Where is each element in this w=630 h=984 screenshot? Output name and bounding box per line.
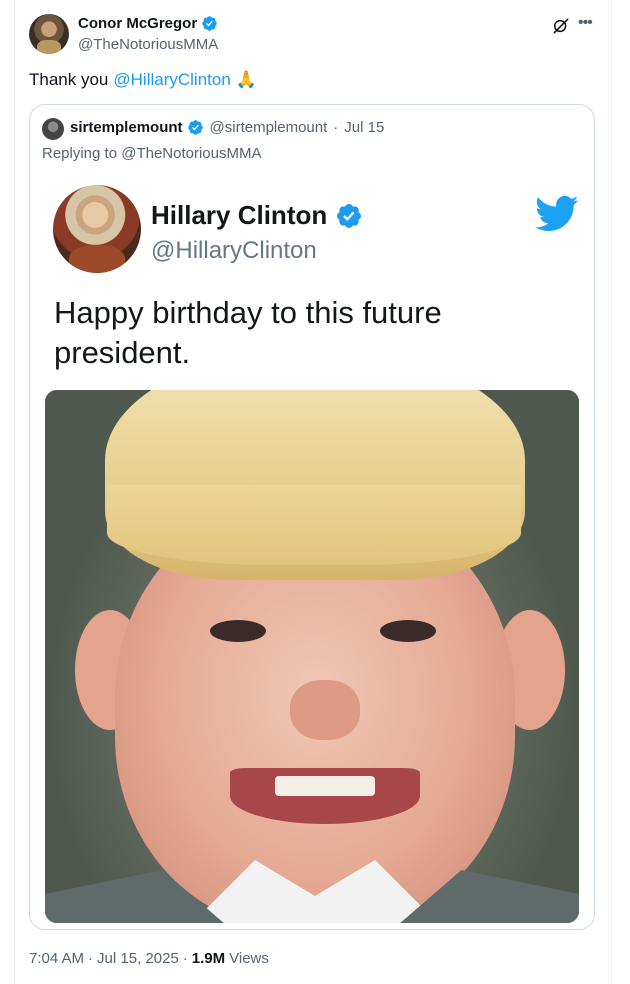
grok-icon[interactable] bbox=[551, 16, 571, 36]
verified-badge-icon bbox=[187, 120, 203, 135]
meta-separator: · bbox=[182, 950, 188, 967]
author-handle[interactable]: @TheNotoriousMMA bbox=[78, 36, 218, 53]
quoted-post-card[interactable]: sirtemplemount @sirtemplemount · Jul 15 … bbox=[29, 104, 595, 930]
praying-hands-emoji: 🙏 bbox=[235, 70, 257, 89]
verified-badge-icon bbox=[337, 203, 362, 228]
post-text: Thank you @HillaryClinton 🙏 bbox=[29, 70, 257, 90]
quoted-author-handle: @sirtemplemount bbox=[209, 119, 328, 136]
screenshot-handle: @HillaryClinton bbox=[151, 237, 317, 264]
views-label: Views bbox=[229, 950, 269, 967]
author-avatar[interactable] bbox=[29, 14, 69, 54]
screenshot-name-row: Hillary Clinton bbox=[151, 200, 363, 231]
quoted-meta-separator: · bbox=[333, 119, 339, 136]
twitter-bird-icon bbox=[535, 195, 579, 232]
verified-badge-icon bbox=[202, 16, 217, 31]
screenshot-avatar bbox=[53, 185, 141, 273]
quoted-author-avatar[interactable] bbox=[42, 118, 64, 140]
screenshot-display-name: Hillary Clinton bbox=[151, 200, 328, 230]
childhood-photo bbox=[45, 390, 579, 923]
quoted-post-date[interactable]: Jul 15 bbox=[344, 119, 384, 136]
replying-to-label: Replying to @TheNotoriousMMA bbox=[42, 145, 262, 162]
mention-link[interactable]: @HillaryClinton bbox=[113, 70, 230, 90]
post-time[interactable]: 7:04 AM bbox=[29, 950, 84, 967]
author-display-name[interactable]: Conor McGregor bbox=[78, 15, 197, 32]
screenshot-post-text: Happy birthday to this future president. bbox=[54, 295, 442, 371]
views-count: 1.9M bbox=[191, 950, 226, 967]
meta-separator: · bbox=[88, 950, 94, 967]
quoted-media-image[interactable]: Hillary Clinton @HillaryClinton Happy bi… bbox=[31, 175, 593, 929]
post-meta: 7:04 AM · Jul 15, 2025 · 1.9M Views bbox=[29, 950, 269, 967]
author-name-row: Conor McGregor bbox=[78, 15, 218, 32]
post-text-prefix: Thank you bbox=[29, 70, 109, 89]
quoted-author-row: sirtemplemount @sirtemplemount · Jul 15 bbox=[70, 119, 384, 136]
quoted-author-name[interactable]: sirtemplemount bbox=[70, 119, 183, 136]
more-options-icon[interactable]: ••• bbox=[578, 14, 593, 32]
post-date[interactable]: Jul 15, 2025 bbox=[97, 950, 179, 967]
